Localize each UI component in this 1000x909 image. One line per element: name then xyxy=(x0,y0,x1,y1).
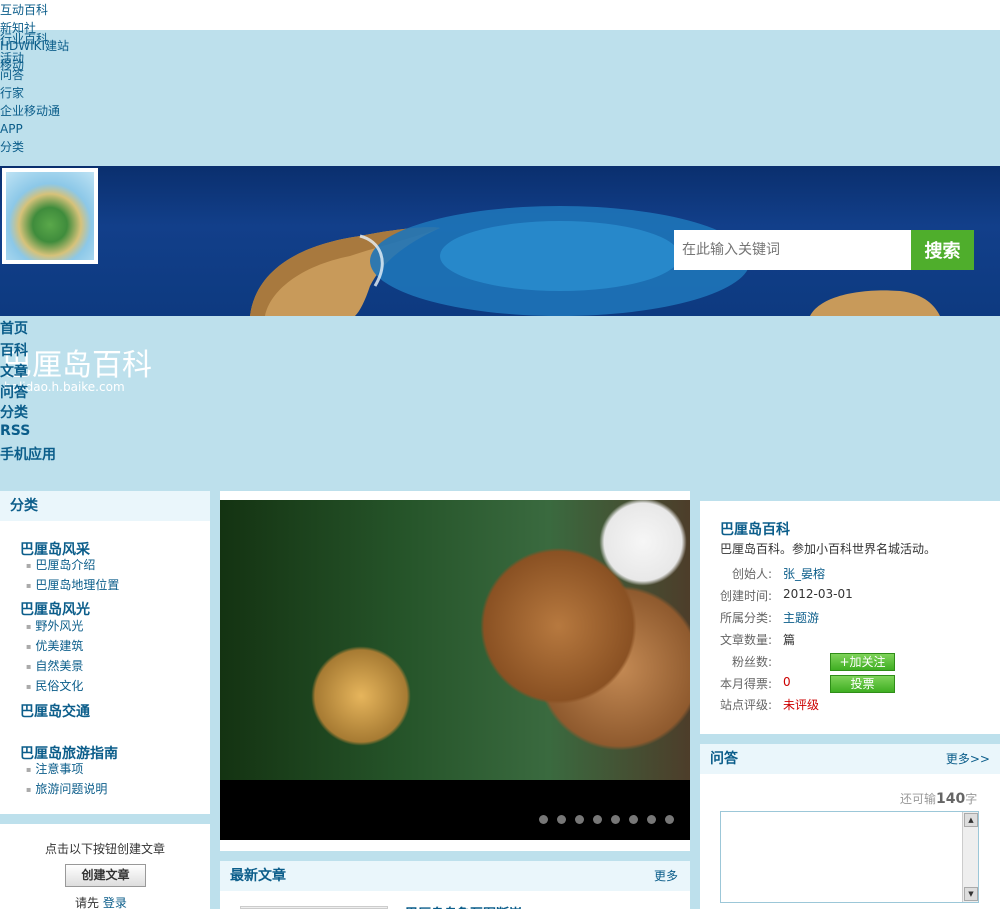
category-item-nature[interactable]: 自然美景 xyxy=(26,657,83,674)
qa-remain-suffix: 字 xyxy=(965,792,978,806)
top-nav-link-enterprise[interactable]: 企业移动通 xyxy=(0,104,60,118)
follow-button[interactable]: +加关注 xyxy=(830,653,895,671)
category-item-notes[interactable]: 注意事项 xyxy=(26,760,83,777)
header-banner: 搜索 xyxy=(0,166,1000,316)
top-nav-link-hudong[interactable]: 互动百科 xyxy=(0,3,48,17)
search-input[interactable] xyxy=(674,230,911,270)
rating-label: 站点评级: xyxy=(720,698,773,712)
site-info-title[interactable]: 巴厘岛百科 xyxy=(720,519,790,539)
votes-value: 0 xyxy=(783,675,791,689)
qa-remain-count: 140 xyxy=(936,791,966,807)
articles-label: 文章数量: xyxy=(720,633,773,647)
qa-char-counter: 还可输140字 xyxy=(900,790,977,807)
qa-title: 问答 xyxy=(710,751,738,767)
bali-map-image xyxy=(6,172,94,260)
creator-link[interactable]: 张_晏榕 xyxy=(783,565,825,582)
qa-remain-prefix: 还可输 xyxy=(900,792,937,806)
login-prompt: 请先 登录 xyxy=(75,894,127,909)
article-title-link[interactable]: 巴厘岛乌鲁瓦图断崖 xyxy=(405,903,522,909)
site-info-desc: 巴厘岛百科。参加小百科世界名城活动。 xyxy=(720,542,937,556)
fans-label: 粉丝数: xyxy=(731,655,772,669)
creator-label: 创始人: xyxy=(731,567,772,581)
category-group-fengguang[interactable]: 巴厘岛风光 xyxy=(20,599,90,619)
slide-photo[interactable] xyxy=(220,500,690,780)
category-item-faq[interactable]: 旅游问题说明 xyxy=(26,780,107,797)
main-nav-rss[interactable]: RSS xyxy=(0,423,30,439)
main-nav-categories[interactable]: 分类 xyxy=(0,402,28,422)
slider-dot[interactable] xyxy=(611,815,620,824)
category-item-intro[interactable]: 巴厘岛介绍 xyxy=(26,556,95,573)
slider-dots xyxy=(539,815,674,824)
created-label: 创建时间: xyxy=(720,589,773,603)
latest-articles-title: 最新文章 xyxy=(230,868,286,884)
latest-articles-panel: 最新文章 更多 xyxy=(220,861,690,909)
slider-dot[interactable] xyxy=(575,815,584,824)
articles-value: 篇 xyxy=(783,633,796,647)
category-item-architecture[interactable]: 优美建筑 xyxy=(26,637,83,654)
main-nav-home[interactable]: 首页 xyxy=(0,318,28,338)
login-prefix: 请先 xyxy=(75,896,100,909)
main-nav-baike[interactable]: 百科 xyxy=(0,340,28,360)
image-slider[interactable] xyxy=(220,500,690,840)
category-label: 所属分类: xyxy=(720,611,773,625)
qa-header: 问答 更多>> xyxy=(700,744,1000,774)
login-link[interactable]: 登录 xyxy=(103,896,127,909)
qa-question-textarea[interactable]: ▲ ▼ xyxy=(720,811,979,903)
top-nav-link-category[interactable]: 分类 xyxy=(0,140,24,154)
top-nav-link-experts[interactable]: 行家 xyxy=(0,86,24,100)
category-item-folk[interactable]: 民俗文化 xyxy=(26,677,83,694)
latest-articles-more-link[interactable]: 更多 xyxy=(654,861,678,891)
slider-dot[interactable] xyxy=(665,815,674,824)
top-nav-bar xyxy=(0,0,1000,30)
slider-dot[interactable] xyxy=(629,815,638,824)
scroll-down-arrow-icon[interactable]: ▼ xyxy=(964,887,978,901)
category-item-wild[interactable]: 野外风光 xyxy=(26,617,83,634)
top-nav-link-qa[interactable]: 问答 xyxy=(0,68,24,82)
main-nav-qa[interactable]: 问答 xyxy=(0,382,28,402)
latest-articles-header: 最新文章 更多 xyxy=(220,861,690,891)
category-link[interactable]: 主题游 xyxy=(783,609,819,626)
rating-value: 未评级 xyxy=(783,698,820,712)
site-logo[interactable] xyxy=(2,168,98,264)
main-nav-mobile-app[interactable]: 手机应用 xyxy=(0,444,56,464)
votes-label: 本月得票: xyxy=(720,677,773,691)
category-item-geography[interactable]: 巴厘岛地理位置 xyxy=(26,576,119,593)
category-panel-title: 分类 xyxy=(0,491,210,521)
slider-dot[interactable] xyxy=(593,815,602,824)
slider-dot[interactable] xyxy=(647,815,656,824)
created-value: 2012-03-01 xyxy=(783,587,853,601)
qa-textarea-scrollbar[interactable]: ▲ ▼ xyxy=(962,812,978,902)
create-article-prompt: 点击以下按钮创建文章 xyxy=(44,842,165,856)
vote-button[interactable]: 投票 xyxy=(830,675,895,693)
category-group-transport[interactable]: 巴厘岛交通 xyxy=(20,701,90,721)
main-nav-articles[interactable]: 文章 xyxy=(0,361,28,381)
scroll-up-arrow-icon[interactable]: ▲ xyxy=(964,813,978,827)
qa-more-link[interactable]: 更多>> xyxy=(946,744,990,774)
slider-dot[interactable] xyxy=(539,815,548,824)
search-button[interactable]: 搜索 xyxy=(911,230,974,270)
top-nav-link-app[interactable]: APP xyxy=(0,122,23,136)
create-article-button[interactable]: 创建文章 xyxy=(65,864,146,887)
slider-dot[interactable] xyxy=(557,815,566,824)
